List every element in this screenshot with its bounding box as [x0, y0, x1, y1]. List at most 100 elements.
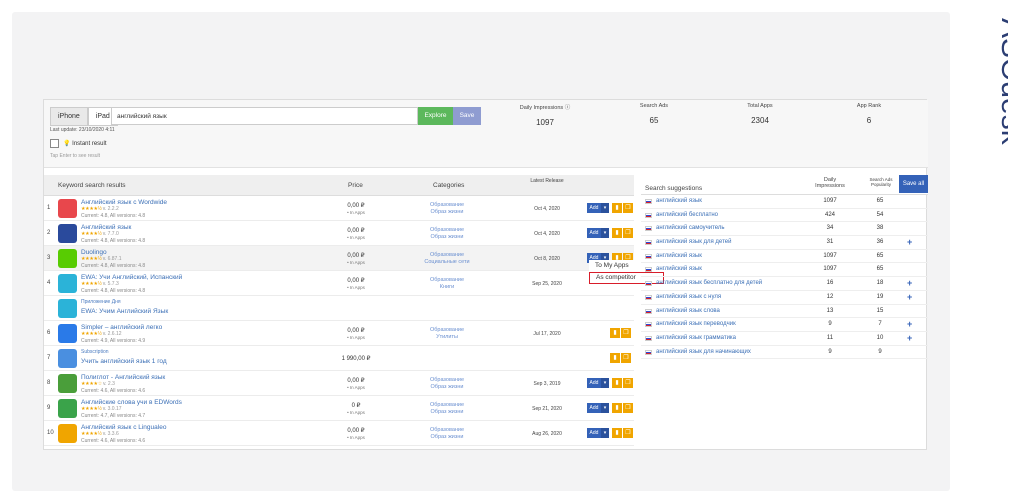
- app-title-link[interactable]: Английский язык: [81, 224, 131, 231]
- category-link[interactable]: Образование: [412, 377, 482, 384]
- app-icon[interactable]: [58, 199, 77, 218]
- app-title-link[interactable]: EWA: Учи Английский, Испанский: [81, 274, 182, 281]
- suggestion-keyword-link[interactable]: английский язык: [656, 253, 702, 259]
- stat-label: Search Ads: [639, 103, 669, 109]
- app-panel: iPhone iPad английский язык Explore Save…: [43, 99, 928, 450]
- info-icon[interactable]: ⓘ: [565, 105, 571, 111]
- suggestion-keyword-link[interactable]: английский язык с нуля: [656, 294, 721, 300]
- instant-result-checkbox[interactable]: [50, 139, 59, 148]
- app-title-link[interactable]: Simpler – английский легко: [81, 324, 162, 331]
- lightbulb-icon: 💡: [63, 141, 71, 147]
- add-button[interactable]: Add: [587, 378, 601, 388]
- add-button[interactable]: Add: [587, 428, 601, 438]
- col-latest-release[interactable]: Latest Release: [528, 178, 566, 184]
- search-toolbar: iPhone iPad английский язык Explore Save…: [44, 100, 928, 168]
- category-link[interactable]: Образ жизни: [412, 434, 482, 441]
- chart-icon[interactable]: ▮: [612, 378, 622, 388]
- copy-icon[interactable]: ❐: [623, 403, 633, 413]
- add-button[interactable]: Add: [587, 228, 601, 238]
- copy-icon[interactable]: ❐: [621, 353, 631, 363]
- suggestion-keyword-link[interactable]: английский язык слова: [656, 308, 720, 314]
- add-plus-icon[interactable]: +: [907, 333, 912, 343]
- app-title-link[interactable]: EWA: Учим Английский Язык: [81, 308, 168, 315]
- add-dropdown-toggle[interactable]: ▾: [601, 228, 609, 238]
- app-icon[interactable]: [58, 349, 77, 368]
- category-link[interactable]: Утилиты: [412, 334, 482, 341]
- app-icon[interactable]: [58, 274, 77, 293]
- suggestion-keyword-link[interactable]: английский язык для детей: [656, 239, 731, 245]
- chart-icon[interactable]: ▮: [610, 353, 620, 363]
- suggestion-keyword-link[interactable]: английский бесплатно: [656, 212, 718, 218]
- app-icon[interactable]: [58, 299, 77, 318]
- chart-icon[interactable]: ▮: [612, 203, 622, 213]
- category-link[interactable]: Образ жизни: [412, 234, 482, 241]
- table-row: 2 Английский язык ★★★★½ v. 7.7.0 Current: 4…: [44, 221, 634, 246]
- add-button[interactable]: Add: [587, 203, 601, 213]
- app-icon[interactable]: [58, 224, 77, 243]
- suggestion-keyword-link[interactable]: английский язык переводчик: [656, 321, 736, 327]
- app-title-link[interactable]: Duolingo: [81, 249, 107, 256]
- app-icon[interactable]: [58, 324, 77, 343]
- add-button[interactable]: Add: [587, 403, 601, 413]
- col-price[interactable]: Price: [348, 182, 363, 189]
- col-daily-impressions[interactable]: Daily Impressions: [813, 177, 847, 189]
- suggestion-keyword-link[interactable]: английский самоучитель: [656, 225, 725, 231]
- app-title-link[interactable]: Учить английский язык 1 год: [81, 358, 167, 365]
- category-link[interactable]: Образ жизни: [412, 384, 482, 391]
- add-dropdown-toggle[interactable]: ▾: [601, 203, 609, 213]
- category-link[interactable]: Образование: [412, 427, 482, 434]
- add-plus-icon[interactable]: +: [907, 278, 912, 288]
- suggestion-keyword-link[interactable]: английский язык бесплатно для детей: [656, 280, 762, 286]
- app-title-link[interactable]: Английские слова учи в EDWords: [81, 399, 182, 406]
- app-version: v. 2.6.12: [102, 331, 122, 337]
- chart-icon[interactable]: ▮: [610, 328, 620, 338]
- suggestion-keyword-link[interactable]: английский язык грамматика: [656, 335, 736, 341]
- app-title-link[interactable]: Английский язык с Lingualeo: [81, 424, 166, 431]
- suggestion-keyword-link[interactable]: английский язык для начинающих: [656, 349, 751, 355]
- category-link[interactable]: Образование: [412, 327, 482, 334]
- category-link[interactable]: Образование: [412, 252, 482, 259]
- category-link[interactable]: Образ жизни: [412, 409, 482, 416]
- chart-icon[interactable]: ▮: [612, 228, 622, 238]
- category-link[interactable]: Образование: [412, 202, 482, 209]
- copy-icon[interactable]: ❐: [623, 428, 633, 438]
- copy-icon[interactable]: ❐: [623, 203, 633, 213]
- app-icon[interactable]: [58, 374, 77, 393]
- suggestion-keyword-link[interactable]: английский язык: [656, 198, 702, 204]
- category-link[interactable]: Книги: [412, 284, 482, 291]
- rating-summary: Current: 4.8, All versions: 4.8: [81, 263, 146, 269]
- add-plus-icon[interactable]: +: [907, 292, 912, 302]
- category-link[interactable]: Образование: [412, 277, 482, 284]
- add-plus-icon[interactable]: +: [907, 237, 912, 247]
- tab-iphone[interactable]: iPhone: [50, 107, 88, 126]
- app-icon[interactable]: [58, 249, 77, 268]
- explore-button[interactable]: Explore: [418, 107, 453, 125]
- save-button[interactable]: Save: [453, 107, 481, 125]
- copy-icon[interactable]: ❐: [621, 328, 631, 338]
- save-all-button[interactable]: Save all: [899, 175, 928, 193]
- chart-icon[interactable]: ▮: [612, 403, 622, 413]
- add-dropdown-toggle[interactable]: ▾: [601, 403, 609, 413]
- copy-icon[interactable]: ❐: [623, 378, 633, 388]
- keyword-search-input[interactable]: английский язык: [111, 107, 418, 125]
- app-icon[interactable]: [58, 424, 77, 443]
- release-date: Oct 4, 2020: [534, 206, 560, 212]
- chart-icon[interactable]: ▮: [612, 428, 622, 438]
- suggestion-row: английский язык для детей 31 36 +: [641, 236, 928, 250]
- add-dropdown-toggle[interactable]: ▾: [601, 428, 609, 438]
- app-title-link[interactable]: Полиглот - Английский язык: [81, 374, 165, 381]
- copy-icon[interactable]: ❐: [623, 228, 633, 238]
- add-dropdown-toggle[interactable]: ▾: [601, 378, 609, 388]
- category-link[interactable]: Социальные сети: [412, 259, 482, 266]
- category-link[interactable]: Образование: [412, 402, 482, 409]
- category-link[interactable]: Образование: [412, 227, 482, 234]
- rating-stars: ★★★★½ v. 3.3.6: [81, 431, 119, 437]
- suggestion-keyword-link[interactable]: английский язык: [656, 266, 702, 272]
- suggestion-popularity: 65: [876, 252, 884, 259]
- add-plus-icon[interactable]: +: [907, 319, 912, 329]
- category-link[interactable]: Образ жизни: [412, 209, 482, 216]
- app-title-link[interactable]: Английский язык с Wordwide: [81, 199, 167, 206]
- app-price: 0,00 ₽ • In Apps: [326, 227, 386, 240]
- col-search-ads-popularity[interactable]: Search Ads Popularity: [867, 177, 895, 187]
- app-icon[interactable]: [58, 399, 77, 418]
